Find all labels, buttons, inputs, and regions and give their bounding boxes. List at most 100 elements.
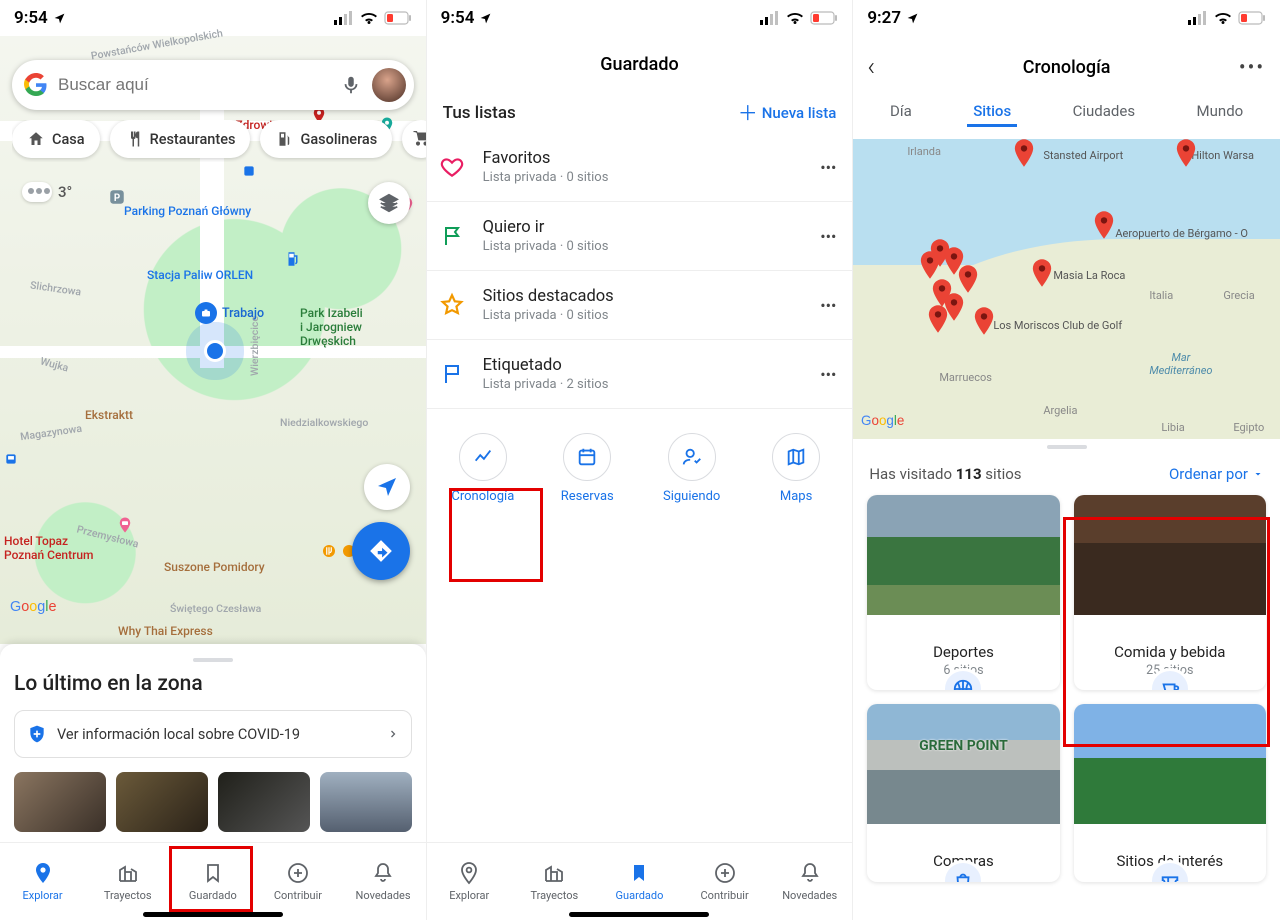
work-location-pin[interactable]: Trabajo bbox=[195, 302, 264, 324]
home-indicator bbox=[143, 912, 283, 917]
my-location-dot bbox=[204, 340, 226, 362]
gallery-thumb[interactable] bbox=[116, 772, 208, 832]
explore-gallery bbox=[14, 772, 412, 832]
nav-updates[interactable]: Novedades bbox=[341, 843, 426, 920]
sort-button[interactable]: Ordenar por bbox=[1169, 465, 1264, 483]
visited-pin-icon bbox=[973, 307, 995, 335]
nav-label: Novedades bbox=[356, 889, 411, 902]
nav-updates[interactable]: Novedades bbox=[767, 843, 852, 920]
gallery-thumb[interactable] bbox=[218, 772, 310, 832]
visited-places-map[interactable]: Irlanda Stansted Airport Hilton Warsa Ae… bbox=[853, 139, 1280, 439]
more-button[interactable]: ••• bbox=[816, 158, 840, 177]
weather-temp: 3° bbox=[58, 183, 72, 201]
directions-icon bbox=[368, 538, 394, 564]
chip-gas[interactable]: Gasolineras bbox=[260, 120, 392, 158]
nav-commute[interactable]: Trayectos bbox=[85, 843, 170, 920]
briefcase-icon bbox=[200, 307, 212, 319]
poi-parking: Parking Poznań Główny bbox=[124, 204, 251, 218]
tab-cities[interactable]: Ciudades bbox=[1067, 98, 1141, 127]
location-arrow-icon bbox=[53, 12, 66, 25]
battery-low-icon bbox=[810, 11, 838, 25]
row-title: Quiero ir bbox=[483, 218, 799, 237]
quick-following[interactable]: Siguiendo bbox=[645, 433, 739, 504]
location-arrow-icon bbox=[479, 12, 492, 25]
google-logo-icon bbox=[24, 73, 48, 97]
timeline-tabs: Día Sitios Ciudades Mundo bbox=[853, 88, 1280, 139]
list-item-favorites[interactable]: FavoritosLista privada · 0 sitios ••• bbox=[427, 133, 853, 202]
wifi-icon bbox=[1213, 11, 1233, 25]
nav-saved[interactable]: Guardado bbox=[597, 843, 682, 920]
pin-icon bbox=[31, 861, 55, 885]
battery-low-icon bbox=[384, 11, 412, 25]
chip-home[interactable]: Casa bbox=[12, 120, 100, 158]
new-list-label: Nueva lista bbox=[762, 104, 837, 122]
bus-stop-icon bbox=[242, 164, 256, 178]
page-title: Cronología bbox=[1023, 57, 1111, 78]
grab-handle[interactable] bbox=[193, 658, 233, 662]
weather-badge: 3° bbox=[22, 182, 72, 202]
chip-label: Restaurantes bbox=[150, 131, 236, 148]
tab-world[interactable]: Mundo bbox=[1191, 98, 1250, 127]
poi-park: Park Izabeli i Jarogniew Drwęskich bbox=[300, 306, 363, 348]
map-sea-label: Mar Mediterráneo bbox=[1149, 351, 1212, 377]
new-list-button[interactable]: ＋Nueva lista bbox=[738, 104, 837, 122]
wifi-icon bbox=[785, 11, 805, 25]
my-location-button[interactable] bbox=[364, 464, 410, 510]
nav-label: Trayectos bbox=[530, 889, 578, 902]
visited-pin-icon bbox=[1013, 139, 1035, 167]
more-menu[interactable]: ••• bbox=[1238, 55, 1266, 79]
back-button[interactable]: ‹ bbox=[867, 52, 895, 82]
nav-contribute[interactable]: Contribuir bbox=[682, 843, 767, 920]
row-title: Sitios destacados bbox=[483, 287, 799, 306]
card-image bbox=[867, 704, 1059, 824]
list-item-labeled[interactable]: EtiquetadoLista privada · 2 sitios ••• bbox=[427, 340, 853, 409]
nav-contribute[interactable]: Contribuir bbox=[255, 843, 340, 920]
header: ‹ Cronología ••• bbox=[853, 36, 1280, 88]
chip-label: Gasolineras bbox=[300, 131, 377, 148]
nav-label: Guardado bbox=[616, 889, 664, 902]
directions-button[interactable] bbox=[352, 522, 410, 580]
chip-restaurants[interactable]: Restaurantes bbox=[110, 120, 251, 158]
covid-banner[interactable]: Ver información local sobre COVID-19 bbox=[14, 710, 412, 758]
more-button[interactable]: ••• bbox=[816, 227, 840, 246]
screen-timeline: 9:27 ‹ Cronología ••• Día Sitios Ciudade… bbox=[853, 0, 1280, 920]
nav-explore[interactable]: Explorar bbox=[427, 843, 512, 920]
quick-timeline[interactable]: Cronología bbox=[436, 433, 530, 504]
more-button[interactable]: ••• bbox=[816, 365, 840, 384]
gallery-thumb[interactable] bbox=[320, 772, 412, 832]
mic-icon[interactable] bbox=[340, 74, 362, 96]
card-food[interactable]: Comida y bebida25 sitios bbox=[1074, 495, 1266, 690]
layers-button[interactable] bbox=[368, 182, 410, 224]
nav-label: Explorar bbox=[23, 889, 63, 902]
shield-plus-icon bbox=[27, 724, 47, 744]
visited-pin-icon bbox=[1175, 139, 1197, 167]
bottom-sheet[interactable]: Lo último en la zona Ver información loc… bbox=[0, 644, 426, 842]
quick-reservations[interactable]: Reservas bbox=[540, 433, 634, 504]
status-time: 9:54 bbox=[14, 8, 48, 28]
buildings-icon bbox=[542, 861, 566, 885]
card-shopping[interactable]: Compras bbox=[867, 704, 1059, 882]
map-country: Italia bbox=[1149, 289, 1173, 302]
cell-signal-icon bbox=[334, 11, 354, 25]
search-bar[interactable] bbox=[12, 60, 414, 110]
google-watermark: Google bbox=[861, 411, 917, 431]
chip-cart[interactable] bbox=[402, 120, 425, 158]
nav-label: Contribuir bbox=[701, 889, 749, 902]
search-input[interactable] bbox=[58, 75, 330, 95]
list-item-want-to-go[interactable]: Quiero irLista privada · 0 sitios ••• bbox=[427, 202, 853, 271]
road-label: Świętego Czesława bbox=[170, 602, 261, 615]
gallery-thumb[interactable] bbox=[14, 772, 106, 832]
tab-places[interactable]: Sitios bbox=[967, 98, 1017, 127]
tab-day[interactable]: Día bbox=[884, 98, 918, 127]
nav-explore[interactable]: Explorar bbox=[0, 843, 85, 920]
nav-saved[interactable]: Guardado bbox=[170, 843, 255, 920]
list-item-starred[interactable]: Sitios destacadosLista privada · 0 sitio… bbox=[427, 271, 853, 340]
card-attractions[interactable]: Sitios de interés bbox=[1074, 704, 1266, 882]
quick-maps[interactable]: Maps bbox=[749, 433, 843, 504]
more-button[interactable]: ••• bbox=[816, 296, 840, 315]
profile-avatar[interactable] bbox=[372, 68, 406, 102]
person-check-icon bbox=[681, 446, 703, 468]
card-sports[interactable]: Deportes6 sitios bbox=[867, 495, 1059, 690]
nav-commute[interactable]: Trayectos bbox=[512, 843, 597, 920]
row-subtitle: Lista privada · 0 sitios bbox=[483, 170, 799, 185]
